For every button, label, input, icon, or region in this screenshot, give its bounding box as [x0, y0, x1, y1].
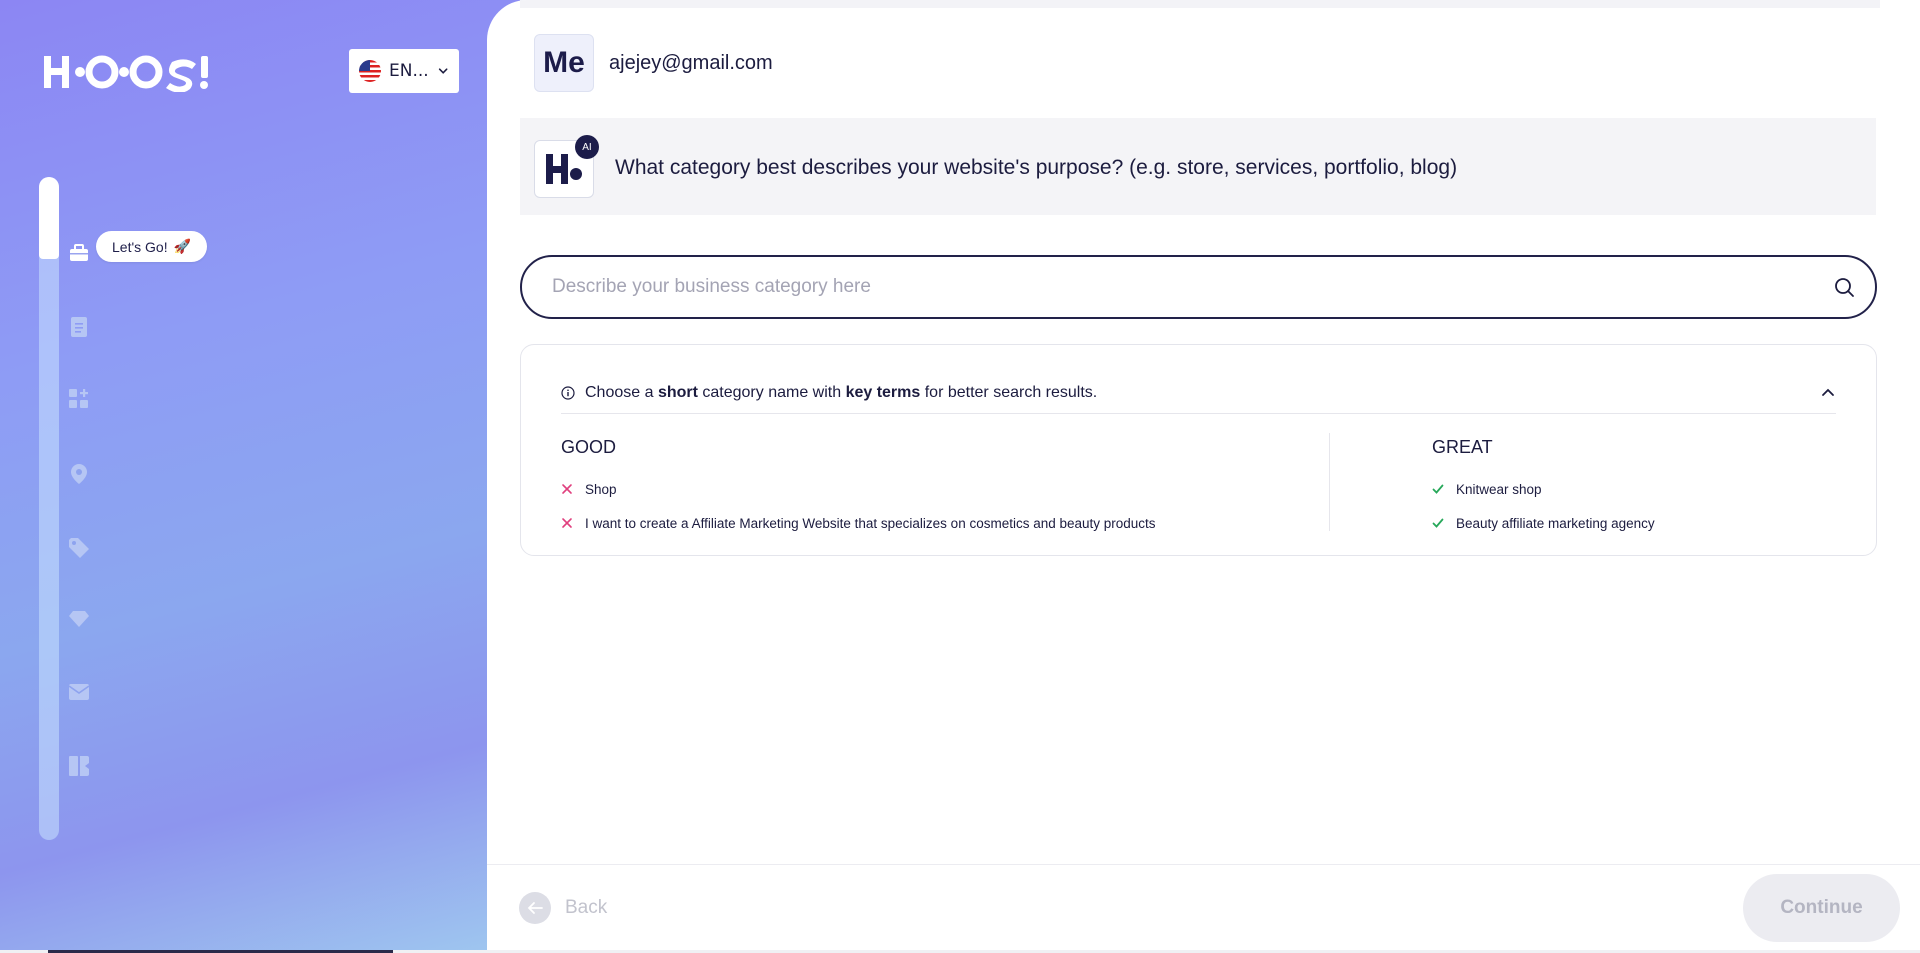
footer-divider — [487, 864, 1920, 865]
cross-icon — [562, 484, 572, 494]
check-icon — [1432, 518, 1444, 528]
cross-icon — [562, 518, 572, 528]
top-strip — [520, 0, 1880, 8]
chevron-up-icon[interactable] — [1820, 385, 1836, 401]
document-icon — [68, 316, 90, 338]
language-label: EN... — [389, 61, 429, 81]
column-divider — [1329, 433, 1330, 531]
category-search-input[interactable] — [552, 276, 1833, 298]
search-icon[interactable] — [1833, 276, 1855, 298]
envelope-icon — [68, 681, 90, 703]
continue-button[interactable]: Continue — [1743, 874, 1900, 942]
category-search-box[interactable] — [520, 255, 1877, 319]
great-title: GREAT — [1432, 437, 1493, 457]
user-email: ajejey@gmail.com — [609, 52, 773, 74]
current-step-label: Let's Go! — [112, 238, 168, 255]
list-item: Beauty affiliate marketing agency — [1432, 506, 1655, 540]
check-icon — [1432, 484, 1444, 494]
tag-icon — [68, 537, 90, 559]
back-label: Back — [565, 897, 608, 918]
sidebar: EN... Let's Go! 🚀 — [0, 0, 520, 953]
main-panel: Me ajejey@gmail.com AI What category bes… — [487, 0, 1920, 953]
us-flag-icon — [359, 60, 381, 82]
assistant-question-row: AI What category best describes your web… — [520, 118, 1876, 215]
user-avatar: Me — [534, 34, 594, 92]
tips-header: Choose a short category name with key te… — [561, 375, 1836, 411]
widgets-add-icon — [68, 388, 90, 410]
progress-rail — [39, 177, 59, 840]
tips-panel: Choose a short category name with key te… — [520, 344, 1877, 556]
tips-divider — [561, 413, 1836, 414]
tips-intro: Choose a short category name with key te… — [585, 384, 1098, 401]
ai-badge: AI — [575, 135, 599, 159]
current-step-bubble: Let's Go! 🚀 — [96, 231, 208, 262]
back-button[interactable]: Back — [519, 892, 607, 924]
list-item: Knitwear shop — [1432, 472, 1655, 506]
language-selector[interactable]: EN... — [349, 49, 459, 93]
list-item: I want to create a Affiliate Marketing W… — [561, 506, 1156, 540]
good-title: GOOD — [561, 437, 617, 457]
great-examples: GREAT Knitwear shop Beauty affiliate mar… — [1432, 437, 1655, 540]
chevron-down-icon — [438, 68, 448, 74]
good-examples: GOOD Shop I want to create a Affiliate M… — [561, 437, 1156, 540]
book-icon — [68, 755, 90, 777]
info-icon — [561, 386, 575, 400]
briefcase-icon — [68, 242, 90, 264]
arrow-left-icon — [519, 892, 551, 924]
rocket-icon: 🚀 — [173, 238, 192, 254]
progress-fill — [39, 177, 59, 259]
list-item: Shop — [561, 472, 1156, 506]
location-pin-icon — [68, 463, 90, 485]
hocoos-mark-icon — [546, 154, 582, 184]
assistant-avatar: AI — [534, 135, 599, 198]
diamond-icon — [68, 608, 90, 630]
assistant-question: What category best describes your websit… — [615, 156, 1458, 179]
hocoos-logo — [44, 55, 208, 92]
